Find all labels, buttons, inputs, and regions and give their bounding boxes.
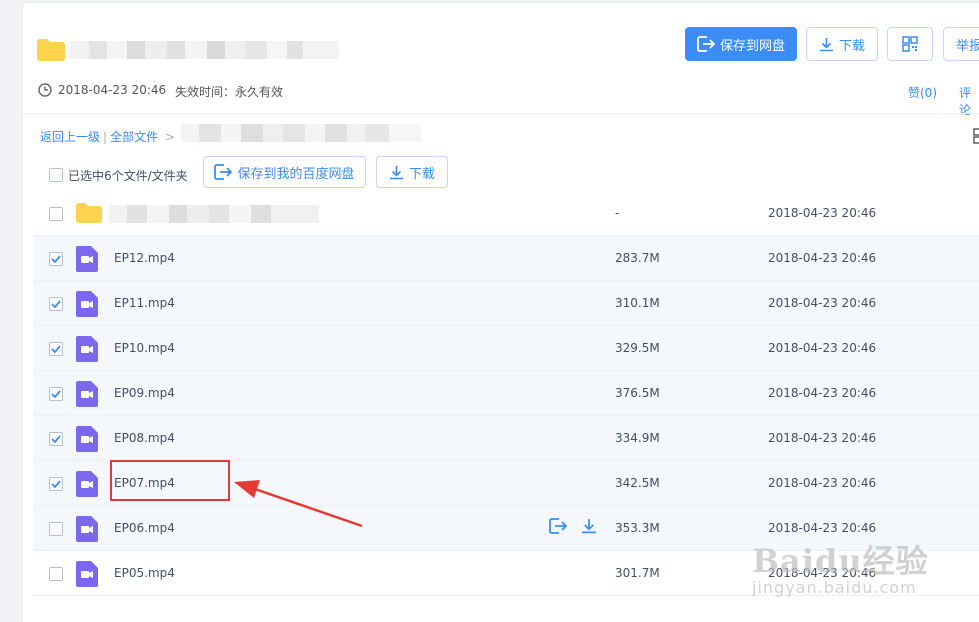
breadcrumb-separator: |	[103, 129, 108, 144]
download-icon	[389, 165, 403, 179]
download-button[interactable]: 下载	[806, 27, 878, 61]
video-file-icon	[76, 336, 98, 362]
video-file-icon	[76, 516, 98, 542]
file-name[interactable]: EP08.mp4	[114, 431, 175, 445]
video-file-icon	[76, 381, 98, 407]
report-button[interactable]: 举报	[943, 27, 979, 61]
row-checkbox[interactable]	[49, 567, 63, 581]
file-size: 283.7M	[615, 251, 660, 265]
grid-view-icon[interactable]	[973, 128, 979, 144]
download-label: 下载	[838, 38, 865, 54]
checkmark-icon	[51, 255, 61, 263]
file-size: 342.5M	[615, 476, 660, 490]
save-to-netdisk-label: 保存到网盘	[719, 38, 785, 54]
file-date: 2018-04-23 20:46	[768, 296, 877, 310]
file-date: 2018-04-23 20:46	[768, 386, 877, 400]
file-date: 2018-04-23 20:46	[768, 206, 877, 220]
checkmark-icon	[51, 435, 61, 443]
file-size: 329.5M	[615, 341, 660, 355]
header-divider	[23, 113, 979, 114]
video-file-icon	[76, 426, 98, 452]
file-name[interactable]: EP09.mp4	[114, 386, 175, 400]
video-file-icon	[76, 471, 98, 497]
file-name[interactable]: EP12.mp4	[114, 251, 175, 265]
row-checkbox[interactable]	[49, 342, 63, 356]
file-size: 301.7M	[615, 566, 660, 580]
file-size: 334.9M	[615, 431, 660, 445]
row-checkbox[interactable]	[49, 252, 63, 266]
file-name[interactable]: EP11.mp4	[114, 296, 175, 310]
save-icon	[214, 164, 233, 180]
expire-time: 失效时间：永久有效	[175, 85, 284, 99]
video-file-icon	[76, 246, 98, 272]
toolbar-download-label: 下载	[408, 166, 435, 182]
file-size: 353.3M	[615, 521, 660, 535]
download-icon	[819, 37, 833, 51]
redacted-folder-name	[109, 205, 319, 223]
file-name[interactable]: EP06.mp4	[114, 521, 175, 535]
row-actions	[549, 518, 597, 534]
folder-icon	[37, 39, 65, 61]
file-row[interactable]: EP12.mp4 283.7M 2018-04-23 20:46	[33, 236, 979, 281]
checkmark-icon	[51, 480, 61, 488]
selected-count: 已选中6个文件/文件夹	[68, 169, 188, 183]
save-to-baidu-label: 保存到我的百度网盘	[237, 166, 355, 182]
file-date: 2018-04-23 20:46	[768, 566, 877, 580]
created-time: 2018-04-23 20:46	[58, 83, 167, 97]
file-row[interactable]: EP09.mp4 376.5M 2018-04-23 20:46	[33, 371, 979, 416]
file-size: -	[615, 206, 620, 220]
report-label: 举报	[956, 38, 979, 54]
qrcode-icon	[902, 36, 918, 52]
file-row[interactable]: - 2018-04-23 20:46	[33, 191, 979, 236]
breadcrumb: 返回上一级 | 全部文件 >	[40, 128, 175, 145]
folder-icon	[76, 203, 102, 223]
save-icon	[697, 36, 715, 52]
download-icon[interactable]	[581, 518, 597, 534]
redacted-folder-name	[69, 41, 339, 59]
file-size: 310.1M	[615, 296, 660, 310]
save-to-baidu-button[interactable]: 保存到我的百度网盘	[203, 156, 366, 188]
select-all-checkbox[interactable]	[49, 168, 63, 182]
save-to-netdisk-button[interactable]: 保存到网盘	[685, 27, 797, 61]
redacted-breadcrumb	[181, 124, 421, 142]
file-row[interactable]: EP05.mp4 301.7M 2018-04-23 20:46	[33, 551, 979, 596]
file-row[interactable]: EP10.mp4 329.5M 2018-04-23 20:46	[33, 326, 979, 371]
save-icon[interactable]	[549, 518, 567, 534]
row-checkbox[interactable]	[49, 477, 63, 491]
row-checkbox[interactable]	[49, 522, 63, 536]
row-checkbox[interactable]	[49, 297, 63, 311]
breadcrumb-arrow: >	[165, 129, 176, 144]
file-row[interactable]: EP06.mp4 353.3M 2018-04-23 20:46	[33, 506, 979, 551]
qrcode-button[interactable]	[887, 27, 933, 61]
annotation-highlight-box	[110, 460, 230, 501]
file-name[interactable]: EP05.mp4	[114, 566, 175, 580]
checkmark-icon	[51, 390, 61, 398]
row-checkbox[interactable]	[49, 207, 63, 221]
file-size: 376.5M	[615, 386, 660, 400]
checkmark-icon	[51, 345, 61, 353]
file-row[interactable]: EP11.mp4 310.1M 2018-04-23 20:46	[33, 281, 979, 326]
back-link[interactable]: 返回上一级	[40, 128, 100, 145]
file-row[interactable]: EP08.mp4 334.9M 2018-04-23 20:46	[33, 416, 979, 461]
clock-icon	[38, 83, 52, 97]
video-file-icon	[76, 291, 98, 317]
all-files-link[interactable]: 全部文件	[110, 128, 158, 145]
row-checkbox[interactable]	[49, 432, 63, 446]
file-date: 2018-04-23 20:46	[768, 476, 877, 490]
file-date: 2018-04-23 20:46	[768, 341, 877, 355]
file-name[interactable]: EP10.mp4	[114, 341, 175, 355]
like-link[interactable]: 赞(0)	[908, 84, 937, 101]
video-file-icon	[76, 561, 98, 587]
toolbar-download-button[interactable]: 下载	[376, 156, 448, 188]
checkmark-icon	[51, 300, 61, 308]
file-date: 2018-04-23 20:46	[768, 251, 877, 265]
file-date: 2018-04-23 20:46	[768, 521, 877, 535]
share-panel: 保存到网盘 下载 举报 2018-04-23 20:46 失效时间：永久有效 赞…	[22, 2, 979, 622]
file-date: 2018-04-23 20:46	[768, 431, 877, 445]
row-checkbox[interactable]	[49, 387, 63, 401]
annotation-arrow-icon	[234, 480, 363, 528]
